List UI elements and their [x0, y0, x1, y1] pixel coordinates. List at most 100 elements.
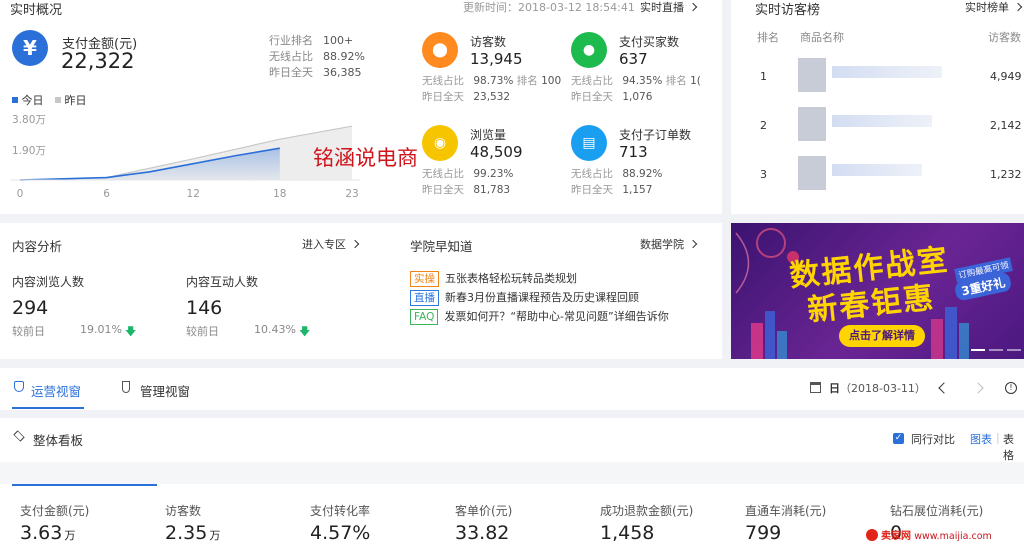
rank-number: 2: [760, 119, 767, 132]
industry-rank-value: 100+: [323, 34, 354, 47]
site-watermark-logo: [866, 529, 878, 541]
kpi-tile[interactable]: 访客数 2.35 万: [157, 486, 301, 548]
kpi-tile[interactable]: 直通车消耗(元) 799: [737, 486, 881, 548]
metric-r2-value: 1,076: [622, 91, 653, 103]
rank-number: 1: [760, 70, 767, 83]
academy-link[interactable]: 数据学院: [640, 236, 698, 252]
metric-r2-label: 昨日全天: [571, 184, 613, 196]
metric-value: 13,945: [470, 50, 523, 68]
legend-yesterday: 昨日: [64, 94, 87, 107]
view-table-toggle[interactable]: 表格: [1003, 431, 1024, 463]
metric-r1-value: 98.73%: [473, 75, 514, 87]
academy-tag: FAQ: [410, 309, 439, 325]
info-icon[interactable]: !: [1005, 382, 1017, 394]
metric-label: 支付子订单数: [619, 128, 692, 142]
site-watermark: 卖家网 www.maijia.com: [866, 527, 992, 542]
metric-r1-value: 94.35%: [622, 75, 663, 87]
wireless-ratio-value: 88.92%: [323, 50, 365, 63]
watermark-text: 铭涵说电商: [313, 146, 418, 170]
interact-value: 146: [186, 297, 223, 319]
compare-label[interactable]: 同行对比: [911, 431, 955, 447]
kpi-label: 客单价(元): [455, 504, 513, 518]
update-time: 更新时间：2018-03-12 18:54:41: [463, 1, 635, 14]
kpi-tile[interactable]: 成功退款金额(元) 1,458: [592, 486, 736, 548]
metric-r2-label: 昨日全天: [422, 91, 464, 103]
board-title: 整体看板: [33, 433, 84, 448]
chevron-right-icon: [350, 239, 360, 249]
metric-r1-label: 无线占比: [571, 75, 613, 87]
x-tick-label: 12: [187, 188, 200, 200]
date-selector[interactable]: 日（2018-03-11）: [829, 380, 926, 396]
metric-sub: 无线占比 88.92% 昨日全天 1,157: [571, 166, 662, 198]
live-link[interactable]: 实时直播: [640, 0, 698, 15]
chevron-right-icon: [1013, 2, 1023, 12]
y-tick-label: 1.90万: [12, 145, 46, 157]
product-thumbnail[interactable]: [798, 58, 826, 92]
kpi-tile[interactable]: 支付转化率 4.57%: [302, 486, 446, 548]
banner-button[interactable]: 点击了解详情: [839, 325, 925, 347]
metric-label: 访客数: [470, 35, 507, 49]
x-tick-label: 23: [345, 188, 358, 200]
interact-label: 内容互动人数: [186, 275, 259, 289]
browse-cmp-value: 19.01%: [80, 323, 122, 336]
kpi-value: 33.82: [455, 522, 510, 544]
shield-icon: [14, 381, 24, 392]
clipboard-icon: ▤: [571, 125, 607, 161]
product-thumbnail[interactable]: [798, 107, 826, 141]
product-thumbnail[interactable]: [798, 156, 826, 190]
tab-ops-underline: [12, 407, 84, 409]
kpi-label: 支付金额(元): [20, 504, 90, 518]
academy-text: 发票如何开？“帮助中心-常见问题”详细告诉你: [444, 310, 669, 323]
metric-r2-label: 昨日全天: [571, 91, 613, 103]
chart-legend: 今日 昨日: [12, 92, 87, 108]
chevron-right-icon: [688, 239, 698, 249]
rank-visitors: 4,949: [990, 70, 1022, 83]
metric-label: 支付买家数: [619, 35, 680, 49]
academy-item[interactable]: 直播 新春3月份直播课程预告及历史课程回顾: [410, 289, 639, 306]
chevron-right-icon: [688, 2, 698, 12]
academy-item[interactable]: 实操 五张表格轻松玩转品类规划: [410, 270, 577, 287]
kpi-active-indicator: [12, 484, 157, 486]
product-name-blurred[interactable]: [832, 164, 922, 176]
y-tick-label: 3.80万: [12, 114, 46, 126]
legend-today-swatch: [12, 97, 18, 103]
x-tick-label: 18: [273, 188, 286, 200]
pay-side-stats: 行业排名 100+ 无线占比 88.92% 昨日全天 36,385: [269, 33, 365, 81]
academy-item[interactable]: FAQ 发票如何开？“帮助中心-常见问题”详细告诉你: [410, 308, 669, 325]
kpi-unit: 万: [209, 529, 221, 542]
col-visitors: 访客数: [988, 31, 1021, 44]
metric-sub: 无线占比 94.35% 排名 1( 昨日全天 1,076: [571, 73, 701, 105]
metric-r1-label: 无线占比: [571, 168, 613, 180]
product-name-blurred[interactable]: [832, 115, 932, 127]
view-chart-toggle[interactable]: 图表: [970, 431, 992, 447]
promo-banner[interactable]: 数据作战室 新春钜惠 订购最高可领 3重好礼 点击了解详情: [731, 223, 1024, 359]
tab-mgmt[interactable]: 管理视窗: [140, 381, 190, 400]
kpi-tile[interactable]: 支付金额(元) 3.63 万: [12, 486, 156, 548]
kpi-label: 直通车消耗(元): [745, 504, 827, 518]
board-separator: [0, 462, 1024, 484]
metric-r1-value: 88.92%: [622, 168, 663, 180]
metric-r1-extra-label: 排名: [665, 75, 687, 87]
academy-tag: 实操: [410, 271, 439, 287]
kpi-unit: 万: [64, 529, 76, 542]
compare-checkbox[interactable]: ✓: [893, 433, 904, 444]
visitors-rank-title: 实时访客榜: [755, 3, 821, 18]
metric-r1-label: 无线占比: [422, 168, 464, 180]
content-link[interactable]: 进入专区: [302, 236, 360, 252]
legend-yesterday-swatch: [55, 97, 61, 103]
arrow-down-icon: 🡇: [125, 325, 137, 338]
calendar-icon[interactable]: [810, 382, 821, 393]
realtime-title: 实时概况: [10, 3, 63, 18]
yuan-icon: ¥: [12, 30, 48, 66]
academy-text: 五张表格轻松玩转品类规划: [445, 272, 577, 285]
metric-r1-extra: 100: [541, 75, 562, 87]
kpi-tile[interactable]: 客单价(元) 33.82: [447, 486, 591, 548]
footprint-icon: ⬤: [422, 32, 458, 68]
browse-label: 内容浏览人数: [12, 275, 85, 289]
tab-ops[interactable]: 运营视窗: [31, 381, 81, 400]
academy-title: 学院早知道: [410, 239, 473, 254]
legend-today: 今日: [21, 94, 44, 107]
metric-r2-value: 1,157: [622, 184, 653, 196]
product-name-blurred[interactable]: [832, 66, 942, 78]
visitors-rank-link[interactable]: 实时榜单: [965, 0, 1023, 15]
